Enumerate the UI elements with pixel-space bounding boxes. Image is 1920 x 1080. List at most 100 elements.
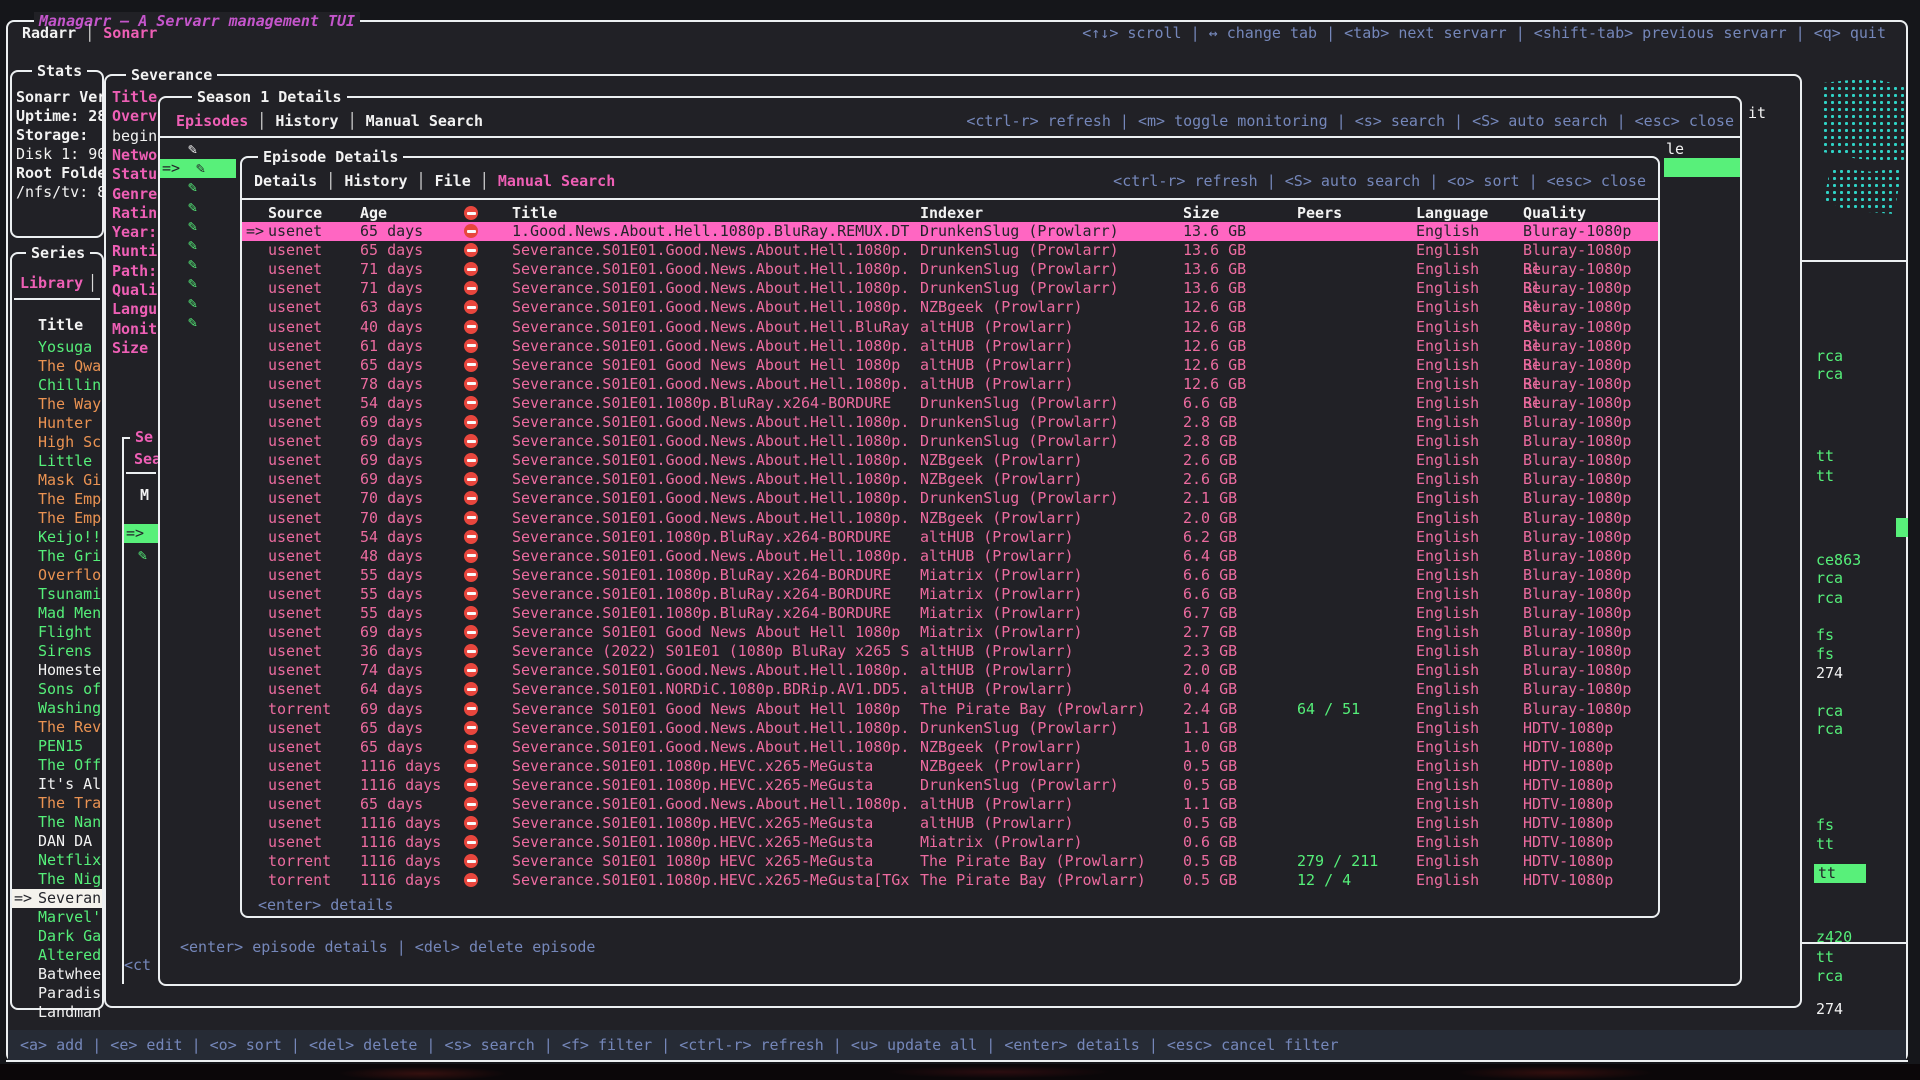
release-row[interactable]: torrent1116 daysSeverance.S01E01.1080p.H… bbox=[242, 871, 1658, 890]
series-item[interactable]: Yosuga bbox=[38, 338, 92, 357]
monitored-tag-icon[interactable]: ✎ bbox=[188, 274, 197, 293]
release-row[interactable]: usenet69 daysSeverance.S01E01.Good.News.… bbox=[242, 432, 1658, 451]
monitored-tag-icon[interactable]: ✎ bbox=[188, 198, 197, 217]
series-item[interactable]: Chillin bbox=[38, 376, 101, 395]
release-row[interactable]: usenet63 daysSeverance.S01E01.Good.News.… bbox=[242, 298, 1658, 317]
release-row[interactable]: usenet69 daysSeverance.S01E01.Good.News.… bbox=[242, 413, 1658, 432]
release-row[interactable]: usenet71 daysSeverance.S01E01.Good.News.… bbox=[242, 279, 1658, 298]
release-indexer: DrunkenSlug (Prowlarr) bbox=[920, 241, 1119, 260]
release-row[interactable]: usenet69 daysSeverance.S01E01.Good.News.… bbox=[242, 451, 1658, 470]
release-row[interactable]: usenet71 daysSeverance.S01E01.Good.News.… bbox=[242, 260, 1658, 279]
series-item[interactable]: The Nan bbox=[38, 813, 101, 832]
release-row[interactable]: torrent69 daysSeverance S01E01 Good News… bbox=[242, 700, 1658, 719]
release-size: 0.5 GB bbox=[1183, 852, 1237, 871]
release-row[interactable]: torrent1116 daysSeverance S01E01 1080p H… bbox=[242, 852, 1658, 871]
series-item[interactable]: Overflo bbox=[38, 566, 101, 585]
release-row[interactable]: =>usenet65 days1.Good.News.About.Hell.10… bbox=[242, 222, 1658, 241]
series-item[interactable]: Flight bbox=[38, 623, 92, 642]
series-item[interactable]: Sons of bbox=[38, 680, 101, 699]
release-row[interactable]: usenet54 daysSeverance.S01E01.1080p.BluR… bbox=[242, 394, 1658, 413]
release-row[interactable]: usenet65 daysSeverance.S01E01.Good.News.… bbox=[242, 795, 1658, 814]
tab-season-episodes[interactable]: Episodes bbox=[176, 112, 248, 130]
release-row[interactable]: usenet70 daysSeverance.S01E01.Good.News.… bbox=[242, 509, 1658, 528]
series-item[interactable]: Landman bbox=[38, 1003, 101, 1022]
series-item[interactable]: The Nig bbox=[38, 870, 101, 889]
monitored-tag-icon[interactable]: ✎ bbox=[188, 255, 197, 274]
monitored-tag-icon[interactable]: ✎ bbox=[188, 217, 197, 236]
series-item[interactable]: Sirens bbox=[38, 642, 92, 661]
release-row[interactable]: usenet1116 daysSeverance.S01E01.1080p.HE… bbox=[242, 814, 1658, 833]
release-row[interactable]: usenet64 daysSeverance.S01E01.NORDiC.108… bbox=[242, 680, 1658, 699]
series-item[interactable]: Batwhee bbox=[38, 965, 101, 984]
series-item[interactable]: Dark Ga bbox=[38, 927, 101, 946]
release-row[interactable]: usenet69 daysSeverance S01E01 Good News … bbox=[242, 623, 1658, 642]
release-quality: Bluray-1080p bbox=[1523, 604, 1631, 623]
poster-dot-art bbox=[1822, 78, 1908, 162]
release-row[interactable]: usenet70 daysSeverance.S01E01.Good.News.… bbox=[242, 489, 1658, 508]
release-row[interactable]: usenet65 daysSeverance.S01E01.Good.News.… bbox=[242, 241, 1658, 260]
series-item[interactable]: Mask Gi bbox=[38, 471, 101, 490]
series-item[interactable]: Altered bbox=[38, 946, 101, 965]
monitored-tag-icon[interactable]: ✎ bbox=[188, 294, 197, 313]
release-row[interactable]: usenet1116 daysSeverance.S01E01.1080p.HE… bbox=[242, 833, 1658, 852]
release-row[interactable]: usenet55 daysSeverance.S01E01.1080p.BluR… bbox=[242, 585, 1658, 604]
series-item[interactable]: Marvel' bbox=[38, 908, 101, 927]
monitored-tag-icon[interactable]: ✎ bbox=[188, 236, 197, 255]
release-row[interactable]: usenet54 daysSeverance.S01E01.1080p.BluR… bbox=[242, 528, 1658, 547]
tab-season-manual-search[interactable]: Manual Search bbox=[366, 112, 483, 130]
monitored-tag-icon[interactable]: ✎ bbox=[196, 159, 205, 178]
rejected-icon bbox=[464, 778, 478, 792]
series-item[interactable]: The Way bbox=[38, 395, 101, 414]
series-item[interactable]: High Sc bbox=[38, 433, 101, 452]
series-item[interactable]: DAN DA bbox=[38, 832, 92, 851]
monitored-tag-icon[interactable]: ✎ bbox=[188, 140, 197, 159]
series-item[interactable]: Washing bbox=[38, 699, 101, 718]
release-row[interactable]: usenet55 daysSeverance.S01E01.1080p.BluR… bbox=[242, 604, 1658, 623]
series-item[interactable]: The Gri bbox=[38, 547, 101, 566]
monitored-tag-icon[interactable]: ✎ bbox=[138, 546, 147, 565]
tab-episode-history[interactable]: History bbox=[344, 172, 407, 190]
tab-episode-details[interactable]: Details bbox=[254, 172, 317, 190]
series-item[interactable]: The Emp bbox=[38, 509, 101, 528]
release-row[interactable]: usenet55 daysSeverance.S01E01.1080p.BluR… bbox=[242, 566, 1658, 585]
series-item[interactable]: Little bbox=[38, 452, 92, 471]
series-item[interactable]: Tsunami bbox=[38, 585, 101, 604]
series-item[interactable]: The Tra bbox=[38, 794, 101, 813]
series-item[interactable]: Keijo!! bbox=[38, 528, 101, 547]
release-row[interactable]: usenet61 daysSeverance.S01E01.Good.News.… bbox=[242, 337, 1658, 356]
monitored-tag-icon[interactable]: ✎ bbox=[188, 178, 197, 197]
series-item[interactable]: The Qwa bbox=[38, 357, 101, 376]
release-row[interactable]: usenet65 daysSeverance.S01E01.Good.News.… bbox=[242, 738, 1658, 757]
release-row[interactable]: usenet1116 daysSeverance.S01E01.1080p.HE… bbox=[242, 776, 1658, 795]
release-row[interactable]: usenet48 daysSeverance.S01E01.Good.News.… bbox=[242, 547, 1658, 566]
release-row[interactable]: usenet74 daysSeverance.S01E01.Good.News.… bbox=[242, 661, 1658, 680]
release-row[interactable]: usenet78 daysSeverance.S01E01.Good.News.… bbox=[242, 375, 1658, 394]
column-header-indexer: Indexer bbox=[920, 204, 983, 223]
stats-line: Sonarr Ver bbox=[16, 88, 106, 107]
tab-servarr-sonarr[interactable]: Sonarr bbox=[103, 24, 157, 42]
series-item[interactable]: The Rev bbox=[38, 718, 101, 737]
tab-servarr-radarr[interactable]: Radarr bbox=[22, 24, 76, 42]
series-item[interactable]: Mad Men bbox=[38, 604, 101, 623]
series-item[interactable]: Netflix bbox=[38, 851, 101, 870]
tab-episode-file[interactable]: File bbox=[435, 172, 471, 190]
release-row[interactable]: usenet65 daysSeverance.S01E01.Good.News.… bbox=[242, 719, 1658, 738]
release-row[interactable]: usenet40 daysSeverance.S01E01.Good.News.… bbox=[242, 318, 1658, 337]
release-row[interactable]: usenet65 daysSeverance S01E01 Good News … bbox=[242, 356, 1658, 375]
release-row[interactable]: usenet69 daysSeverance.S01E01.Good.News.… bbox=[242, 470, 1658, 489]
series-item[interactable]: It's Al bbox=[38, 775, 101, 794]
series-item[interactable]: Hunter bbox=[38, 414, 92, 433]
tab-episode-manual-search[interactable]: Manual Search bbox=[498, 172, 615, 190]
tab-library[interactable]: Library bbox=[20, 274, 83, 293]
series-item[interactable]: PEN15 bbox=[38, 737, 83, 756]
release-row[interactable]: usenet36 daysSeverance (2022) S01E01 (10… bbox=[242, 642, 1658, 661]
series-item[interactable]: Homeste bbox=[38, 661, 101, 680]
series-item[interactable]: Paradis bbox=[38, 984, 101, 1003]
release-row[interactable]: usenet1116 daysSeverance.S01E01.1080p.HE… bbox=[242, 757, 1658, 776]
rejected-icon bbox=[464, 377, 478, 391]
series-item[interactable]: The Emp bbox=[38, 490, 101, 509]
monitored-tag-icon[interactable]: ✎ bbox=[188, 313, 197, 332]
tab-season-history[interactable]: History bbox=[275, 112, 338, 130]
series-item[interactable]: The Off bbox=[38, 756, 101, 775]
series-detail-label: Langu bbox=[112, 300, 157, 319]
